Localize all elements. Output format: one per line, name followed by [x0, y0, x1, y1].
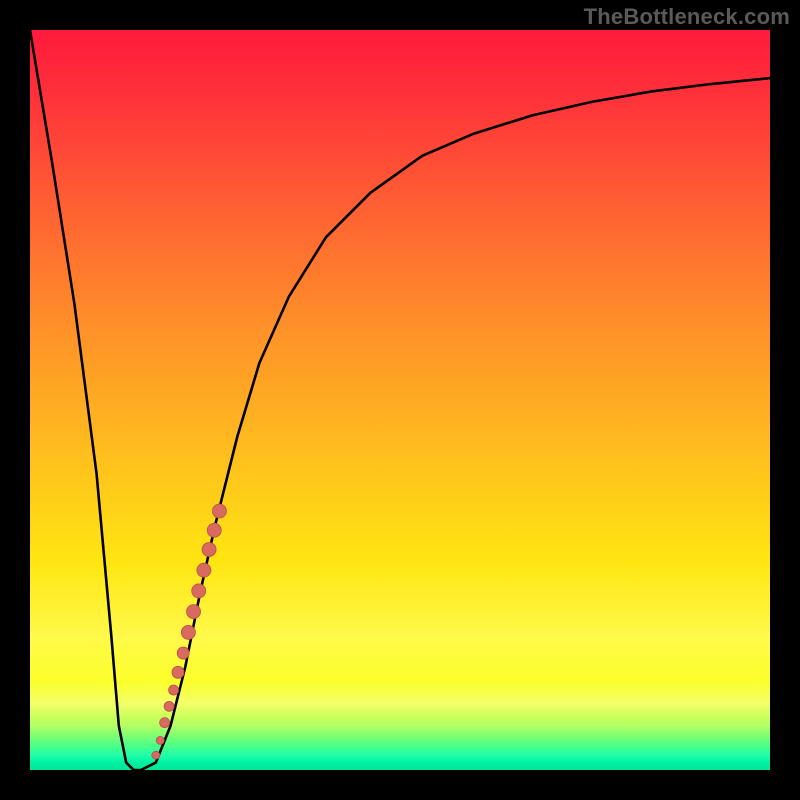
highlighted-point [169, 685, 179, 695]
highlighted-point [152, 751, 160, 759]
highlighted-points-group [152, 504, 227, 759]
chart-overlay [30, 30, 770, 770]
highlighted-point [164, 701, 174, 711]
highlighted-point [181, 625, 195, 639]
highlighted-point [177, 647, 189, 659]
highlighted-point [192, 584, 206, 598]
highlighted-point [172, 666, 184, 678]
highlighted-point [212, 504, 226, 518]
highlighted-point [156, 736, 164, 744]
watermark-text: TheBottleneck.com [584, 4, 790, 30]
bottleneck-curve [30, 30, 770, 770]
chart-frame: TheBottleneck.com [0, 0, 800, 800]
highlighted-point [187, 605, 201, 619]
chart-plot-area [30, 30, 770, 770]
highlighted-point [160, 718, 170, 728]
highlighted-point [202, 542, 216, 556]
highlighted-point [207, 523, 221, 537]
highlighted-point [197, 563, 211, 577]
